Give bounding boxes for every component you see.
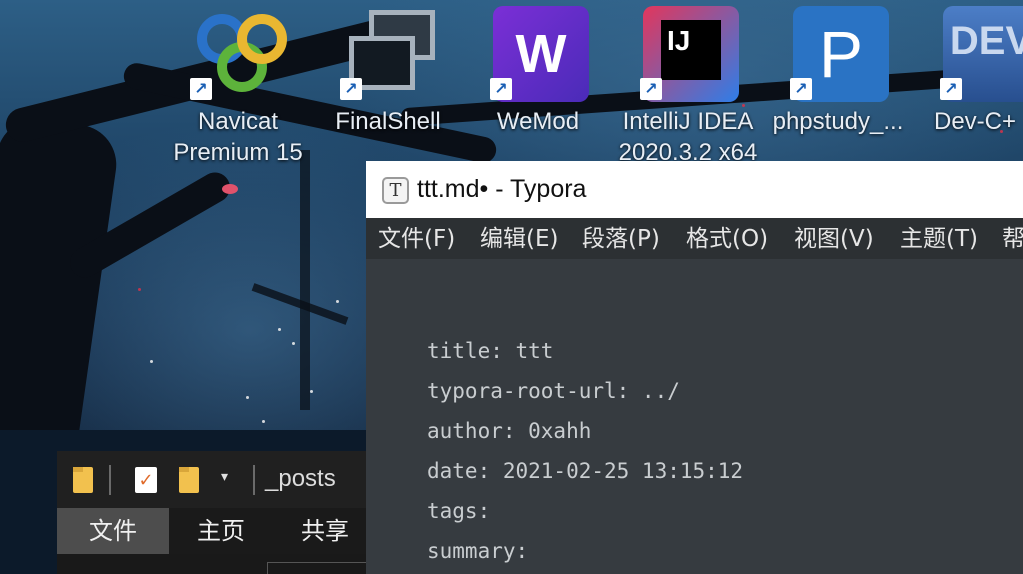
editor-area[interactable]: title: ttt typora-root-url: ../ author: … [366, 259, 1023, 574]
desktop-icon-label: WeMod [468, 106, 608, 137]
desktop-icon-intellij-idea[interactable]: IJ ↗ IntelliJ IDEA 2020.3.2 x64 [618, 0, 758, 168]
desktop-icon-wemod[interactable]: W ↗ WeMod [468, 0, 608, 165]
front-matter-line[interactable]: title: ttt [427, 337, 553, 365]
label-line: phpstudy_... [772, 108, 904, 135]
properties-icon[interactable]: ✓ [135, 467, 157, 493]
menu-format[interactable]: 格式(O) [686, 222, 768, 256]
tab-file[interactable]: 文件 [57, 508, 169, 554]
label-line: Premium 15 [173, 139, 303, 166]
label-line: WeMod [496, 108, 580, 135]
shortcut-arrow-icon: ↗ [790, 78, 812, 100]
menu-bar: 文件(F) 编辑(E) 段落(P) 格式(O) 视图(V) 主题(T) 帮 [366, 218, 1023, 259]
front-matter-line[interactable]: typora-root-url: ../ [427, 377, 680, 405]
wallpaper-tree-hanging [300, 150, 310, 410]
title-bar[interactable]: T ttt.md• - Typora [366, 161, 1023, 218]
window-title-path: _posts [265, 465, 336, 492]
desktop-icon-label: FinalShell [318, 106, 458, 137]
desktop-icon-label: Navicat Premium 15 [168, 106, 308, 168]
desktop-icon-finalshell[interactable]: ↗ FinalShell [318, 0, 458, 165]
desktop-icon-label: phpstudy_... [768, 106, 908, 137]
toolbar-divider [109, 465, 111, 495]
window-title: ttt.md• - Typora [417, 175, 587, 203]
menu-help[interactable]: 帮 [1002, 222, 1023, 256]
wallpaper-spark [292, 342, 295, 345]
label-line: FinalShell [335, 108, 441, 135]
wallpaper-spark [310, 390, 313, 393]
label-line: IntelliJ IDEA [622, 108, 754, 135]
shortcut-arrow-icon: ↗ [640, 78, 662, 100]
tab-home[interactable]: 主页 [169, 508, 273, 554]
menu-paragraph[interactable]: 段落(P) [582, 222, 660, 256]
desktop-icon-phpstudy[interactable]: P ↗ phpstudy_... [768, 0, 908, 165]
shortcut-arrow-icon: ↗ [940, 78, 962, 100]
wallpaper-spark [150, 360, 153, 363]
desktop-icon-dev-cpp[interactable]: DEV ↗ Dev-C+ [918, 0, 1023, 165]
front-matter-line[interactable]: tags: [427, 497, 490, 525]
menu-view[interactable]: 视图(V) [794, 222, 874, 256]
address-bar[interactable] [267, 562, 377, 574]
shortcut-arrow-icon: ↗ [340, 78, 362, 100]
quick-access-toolbar: ✓ ▾ _posts [57, 451, 377, 508]
folder-icon[interactable] [73, 467, 93, 493]
typora-app-icon: T [382, 177, 409, 204]
shortcut-arrow-icon: ↗ [490, 78, 512, 100]
label-line: Navicat [197, 108, 279, 135]
toolbar-divider [253, 465, 255, 495]
wallpaper-spark [138, 288, 141, 291]
new-folder-icon[interactable] [179, 467, 199, 493]
menu-themes[interactable]: 主题(T) [900, 222, 978, 256]
address-bar-row [57, 554, 377, 574]
wallpaper-spark [262, 420, 265, 423]
wallpaper-lantern [222, 184, 238, 194]
customize-toolbar-chevron-down-icon[interactable]: ▾ [221, 469, 228, 485]
typora-window: T ttt.md• - Typora 文件(F) 编辑(E) 段落(P) 格式(… [366, 161, 1023, 574]
menu-file[interactable]: 文件(F) [378, 222, 455, 256]
wallpaper-spark [278, 328, 281, 331]
front-matter-line[interactable]: author: 0xahh [427, 417, 591, 445]
desktop-icon-navicat[interactable]: ↗ Navicat Premium 15 [168, 0, 308, 168]
navicat-ring-yellow [237, 14, 287, 64]
idea-logo-text: IJ [661, 20, 721, 80]
menu-edit[interactable]: 编辑(E) [480, 222, 558, 256]
wallpaper-spark [336, 300, 339, 303]
shortcut-arrow-icon: ↗ [190, 78, 212, 100]
wallpaper-spark [246, 396, 249, 399]
front-matter-line[interactable]: summary: [427, 537, 528, 565]
desktop-icon-label: IntelliJ IDEA 2020.3.2 x64 [618, 106, 758, 168]
tab-share[interactable]: 共享 [273, 508, 377, 554]
label-line: Dev-C+ [934, 108, 1017, 135]
front-matter-line[interactable]: date: 2021-02-25 13:15:12 [427, 457, 743, 485]
ribbon-tabs: 文件 主页 共享 [57, 508, 377, 554]
file-explorer-window: ✓ ▾ _posts 文件 主页 共享 [57, 451, 377, 574]
desktop-icon-label: Dev-C+ [918, 106, 1023, 137]
